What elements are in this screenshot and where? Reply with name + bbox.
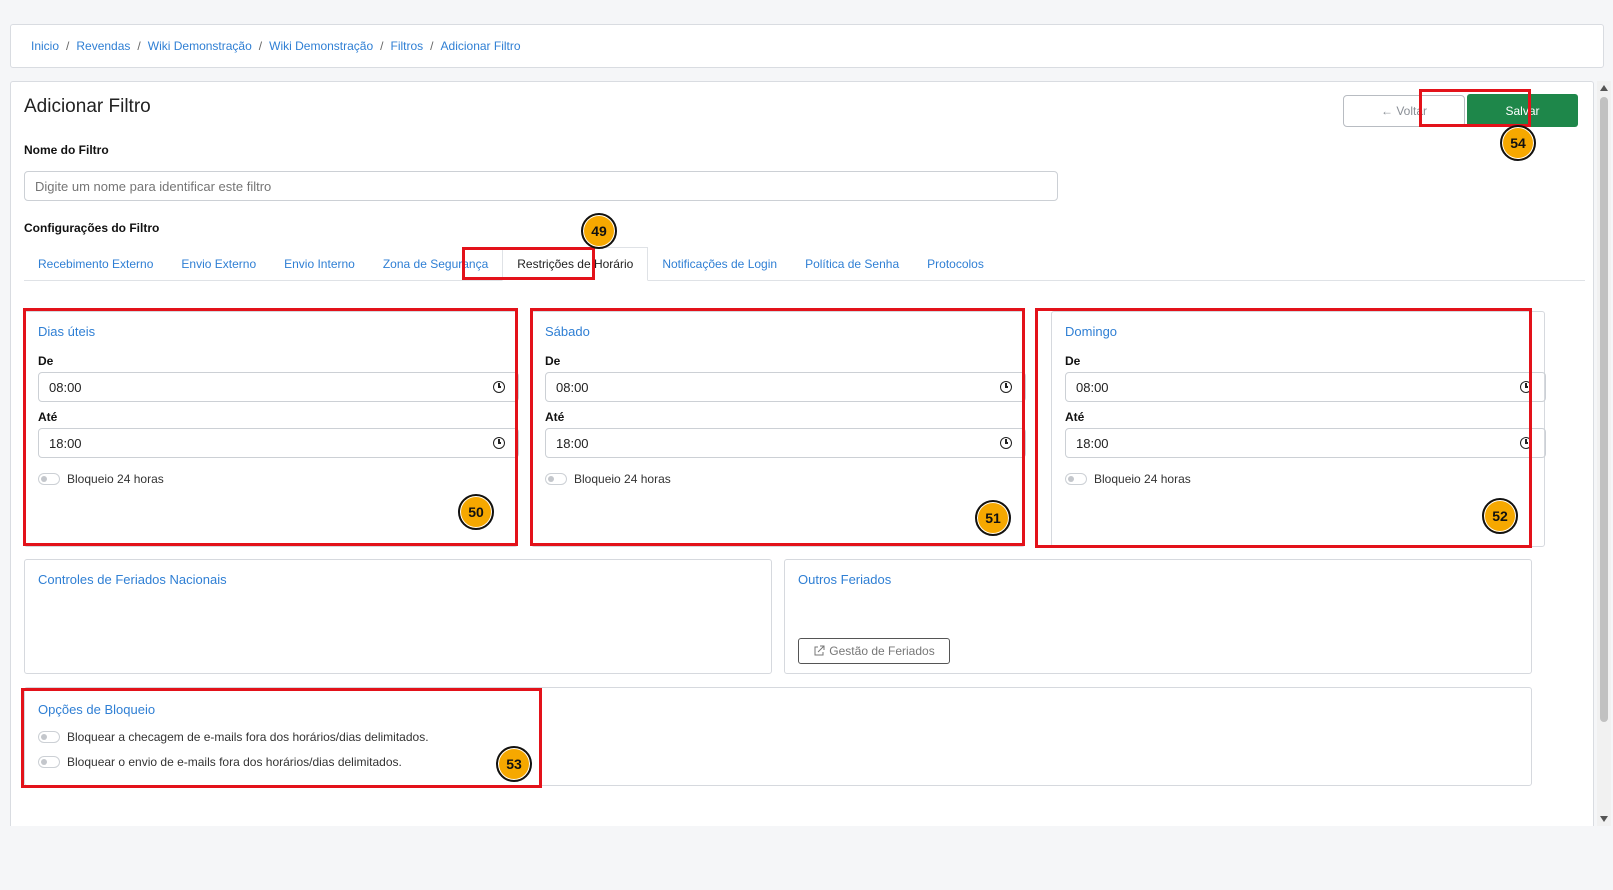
tab-zona-seguranca[interactable]: Zona de Segurança — [369, 247, 502, 281]
clock-icon — [493, 437, 505, 449]
tab-recebimento-externo[interactable]: Recebimento Externo — [24, 247, 167, 281]
block-check-label: Bloquear a checagem de e-mails fora dos … — [67, 730, 429, 744]
filter-name-label: Nome do Filtro — [24, 143, 109, 157]
config-tabs: Recebimento Externo Envio Externo Envio … — [24, 247, 1585, 281]
tab-notificacoes-login[interactable]: Notificações de Login — [648, 247, 791, 281]
block-24h-toggle[interactable] — [38, 473, 60, 485]
clock-icon — [1520, 437, 1532, 449]
block-options-title: Opções de Bloqueio — [38, 702, 156, 717]
breadcrumb-revendas[interactable]: Revendas — [76, 39, 130, 53]
annotation-badge-50: 50 — [458, 494, 494, 530]
block-24h-row: Bloqueio 24 horas — [1065, 472, 1191, 486]
block-24h-label: Bloqueio 24 horas — [574, 472, 671, 486]
schedule-title: Sábado — [545, 324, 590, 339]
from-label: De — [1065, 354, 1081, 368]
scroll-thumb[interactable] — [1600, 97, 1608, 722]
filter-card: Adicionar Filtro ← Voltar Salvar 54 Nome… — [10, 81, 1594, 826]
scrollbar[interactable] — [1597, 81, 1611, 826]
scroll-up-icon[interactable] — [1600, 85, 1608, 91]
annotation-badge-54: 54 — [1500, 125, 1536, 161]
block-24h-label: Bloqueio 24 horas — [1094, 472, 1191, 486]
breadcrumb-current[interactable]: Adicionar Filtro — [441, 39, 521, 53]
clock-icon — [1000, 381, 1012, 393]
external-link-icon — [814, 645, 825, 656]
block-check-row: Bloquear a checagem de e-mails fora dos … — [38, 730, 429, 744]
block-24h-row: Bloqueio 24 horas — [38, 472, 164, 486]
to-time-input[interactable]: 18:00 — [545, 428, 1026, 458]
schedule-title: Dias úteis — [38, 324, 96, 339]
from-time-input[interactable]: 08:00 — [1065, 372, 1546, 402]
to-label: Até — [1065, 410, 1085, 424]
schedule-panel-weekdays: Dias úteis De 08:00 Até 18:00 Bloqueio 2… — [24, 311, 519, 547]
tab-politica-senha[interactable]: Política de Senha — [791, 247, 913, 281]
from-time-value: 08:00 — [49, 379, 82, 395]
back-button[interactable]: ← Voltar — [1343, 95, 1465, 127]
other-holidays-panel: Outros Feriados Gestão de Feriados — [784, 559, 1532, 674]
from-time-input[interactable]: 08:00 — [38, 372, 519, 402]
block-send-label: Bloquear o envio de e-mails fora dos hor… — [67, 755, 402, 769]
clock-icon — [1520, 381, 1532, 393]
from-label: De — [38, 354, 54, 368]
scroll-down-icon[interactable] — [1600, 816, 1608, 822]
schedule-panel-saturday: Sábado De 08:00 Até 18:00 Bloqueio 24 ho… — [531, 311, 1026, 547]
clock-icon — [1000, 437, 1012, 449]
from-label: De — [545, 354, 561, 368]
other-holidays-title: Outros Feriados — [798, 572, 892, 587]
schedule-panel-sunday: Domingo De 08:00 Até 18:00 Bloqueio 24 h… — [1051, 311, 1546, 547]
annotation-badge-52: 52 — [1482, 498, 1518, 534]
annotation-badge-51: 51 — [975, 500, 1011, 536]
breadcrumb-wiki-2[interactable]: Wiki Demonstração — [269, 39, 373, 53]
block-send-toggle[interactable] — [38, 756, 60, 768]
tab-envio-interno[interactable]: Envio Interno — [270, 247, 369, 281]
block-check-toggle[interactable] — [38, 731, 60, 743]
tab-protocolos[interactable]: Protocolos — [913, 247, 998, 281]
to-time-value: 18:00 — [556, 435, 589, 451]
manage-holidays-button[interactable]: Gestão de Feriados — [798, 638, 950, 664]
page-title: Adicionar Filtro — [24, 96, 151, 117]
from-time-value: 08:00 — [1076, 379, 1109, 395]
to-time-input[interactable]: 18:00 — [38, 428, 519, 458]
breadcrumb: Inicio / Revendas / Wiki Demonstração / Wik… — [10, 24, 1604, 68]
block-options-panel: Opções de Bloqueio Bloquear a checagem d… — [24, 687, 1532, 786]
to-time-value: 18:00 — [49, 435, 82, 451]
block-24h-toggle[interactable] — [1065, 473, 1087, 485]
filter-name-input[interactable] — [24, 171, 1058, 201]
national-holidays-panel: Controles de Feriados Nacionais — [24, 559, 772, 674]
block-24h-toggle[interactable] — [545, 473, 567, 485]
block-24h-row: Bloqueio 24 horas — [545, 472, 671, 486]
to-label: Até — [38, 410, 58, 424]
breadcrumb-filtros[interactable]: Filtros — [391, 39, 424, 53]
annotation-badge-53: 53 — [496, 746, 532, 782]
schedule-title: Domingo — [1065, 324, 1118, 339]
national-holidays-title: Controles de Feriados Nacionais — [38, 572, 227, 587]
block-send-row: Bloquear o envio de e-mails fora dos hor… — [38, 755, 402, 769]
clock-icon — [493, 381, 505, 393]
filter-config-label: Configurações do Filtro — [24, 221, 160, 235]
manage-holidays-label: Gestão de Feriados — [829, 644, 935, 658]
save-button[interactable]: Salvar — [1467, 94, 1578, 127]
from-time-input[interactable]: 08:00 — [545, 372, 1026, 402]
from-time-value: 08:00 — [556, 379, 589, 395]
tab-envio-externo[interactable]: Envio Externo — [167, 247, 270, 281]
breadcrumb-inicio[interactable]: Inicio — [31, 39, 59, 53]
to-label: Até — [545, 410, 565, 424]
tab-restricoes-horario[interactable]: Restrições de Horário — [502, 247, 649, 281]
annotation-badge-49: 49 — [581, 213, 617, 249]
to-time-value: 18:00 — [1076, 435, 1109, 451]
block-24h-label: Bloqueio 24 horas — [67, 472, 164, 486]
breadcrumb-wiki-1[interactable]: Wiki Demonstração — [148, 39, 252, 53]
to-time-input[interactable]: 18:00 — [1065, 428, 1546, 458]
